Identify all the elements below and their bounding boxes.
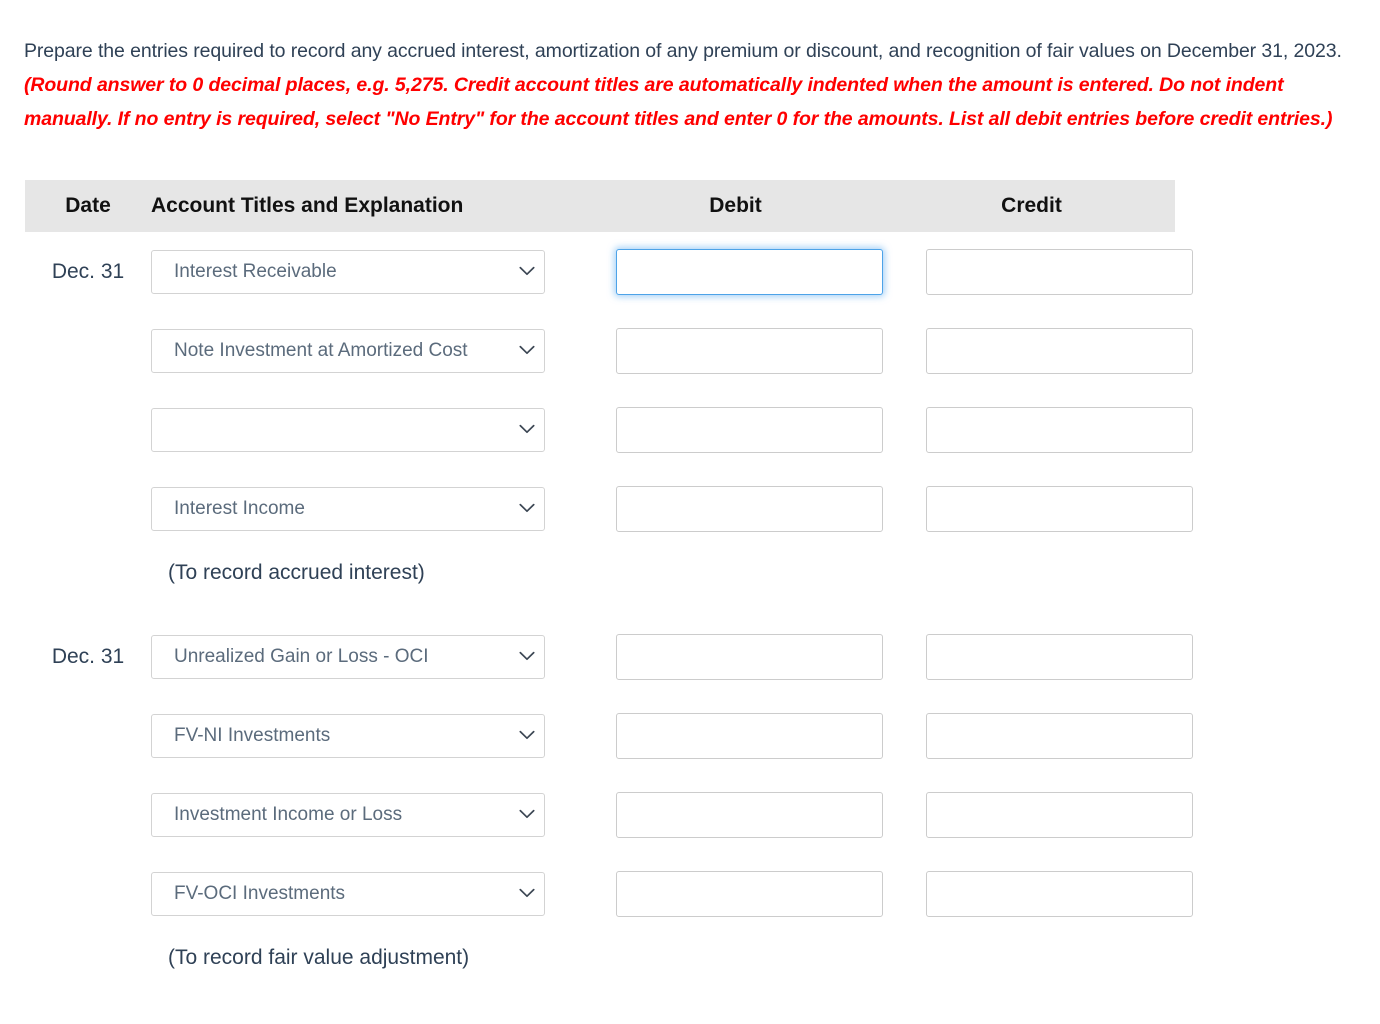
account-title-select[interactable]: FV-OCI Investments [151, 871, 545, 916]
row-debit-cell [583, 633, 888, 680]
instructions-plain-text: Prepare the entries required to record a… [24, 39, 1342, 62]
debit-amount-input[interactable] [616, 870, 883, 917]
column-header-credit: Credit [1001, 194, 1062, 217]
chevron-down-icon[interactable] [510, 651, 544, 662]
credit-amount-input[interactable] [926, 870, 1193, 917]
account-title-select[interactable]: Interest Receivable [151, 249, 545, 294]
row-date-label: Dec. 31 [51, 259, 125, 283]
account-title-value: Interest Income [174, 497, 305, 519]
entry-memo-row: (To record accrued interest) [25, 548, 1175, 598]
entry-memo-row: (To record fair value adjustment) [25, 933, 1175, 983]
row-credit-cell [888, 327, 1193, 374]
debit-amount-input[interactable] [616, 712, 883, 759]
table-row [25, 390, 1193, 469]
row-account-cell: FV-NI Investments [151, 713, 583, 758]
column-header-account: Account Titles and Explanation [151, 194, 464, 217]
debit-amount-input[interactable] [616, 406, 883, 453]
chevron-down-icon[interactable] [510, 424, 544, 435]
row-account-cell: Interest Receivable [151, 249, 583, 294]
table-body: Dec. 31 Interest Receivable Note Investm… [25, 232, 1193, 983]
chevron-down-icon[interactable] [510, 888, 544, 899]
account-title-select[interactable]: Interest Income [151, 486, 545, 531]
entry-gap [25, 598, 1175, 617]
row-account-cell: Unrealized Gain or Loss - OCI [151, 634, 583, 679]
entry-memo-text: (To record accrued interest) [168, 561, 425, 584]
debit-amount-input[interactable] [616, 633, 883, 680]
account-title-select[interactable]: Unrealized Gain or Loss - OCI [151, 634, 545, 679]
row-account-cell [151, 407, 583, 452]
account-title-select[interactable]: Investment Income or Loss [151, 792, 545, 837]
table-row: Investment Income or Loss [25, 775, 1193, 854]
row-account-cell: Investment Income or Loss [151, 792, 583, 837]
column-header-date: Date [65, 194, 111, 217]
row-debit-cell [583, 327, 888, 374]
credit-amount-input[interactable] [926, 712, 1193, 759]
debit-amount-input[interactable] [616, 327, 883, 374]
chevron-down-icon[interactable] [510, 730, 544, 741]
table-row: Note Investment at Amortized Cost [25, 311, 1193, 390]
instructions-emphasis-text: (Round answer to 0 decimal places, e.g. … [24, 73, 1333, 130]
account-title-value: Investment Income or Loss [174, 803, 403, 825]
chevron-down-icon[interactable] [510, 266, 544, 277]
debit-amount-input[interactable] [616, 248, 883, 295]
account-title-value: Note Investment at Amortized Cost [174, 339, 468, 361]
journal-entry-table: Date Account Titles and Explanation Debi… [25, 180, 1193, 983]
row-account-cell: Interest Income [151, 486, 583, 531]
credit-amount-input[interactable] [926, 633, 1193, 680]
row-account-cell: FV-OCI Investments [151, 871, 583, 916]
account-title-select[interactable] [151, 407, 545, 452]
row-credit-cell [888, 633, 1193, 680]
credit-amount-input[interactable] [926, 406, 1193, 453]
account-title-select[interactable]: FV-NI Investments [151, 713, 545, 758]
instructions-paragraph: Prepare the entries required to record a… [24, 34, 1364, 136]
row-credit-cell [888, 485, 1193, 532]
credit-amount-input[interactable] [926, 327, 1193, 374]
chevron-down-icon[interactable] [510, 503, 544, 514]
row-debit-cell [583, 406, 888, 453]
chevron-down-icon[interactable] [510, 345, 544, 356]
table-row: Dec. 31 Interest Receivable [25, 232, 1193, 311]
journal-entry-page: Prepare the entries required to record a… [0, 0, 1380, 1024]
debit-amount-input[interactable] [616, 485, 883, 532]
column-header-debit: Debit [709, 194, 762, 217]
credit-amount-input[interactable] [926, 485, 1193, 532]
credit-amount-input[interactable] [926, 791, 1193, 838]
chevron-down-icon[interactable] [510, 809, 544, 820]
table-row: FV-OCI Investments [25, 854, 1193, 933]
row-debit-cell [583, 485, 888, 532]
row-account-cell: Note Investment at Amortized Cost [151, 328, 583, 373]
row-date-label: Dec. 31 [51, 644, 125, 668]
table-row: Interest Income [25, 469, 1193, 548]
table-header-row: Date Account Titles and Explanation Debi… [25, 180, 1175, 232]
table-row: FV-NI Investments [25, 696, 1193, 775]
row-credit-cell [888, 406, 1193, 453]
row-debit-cell [583, 791, 888, 838]
row-credit-cell [888, 791, 1193, 838]
row-debit-cell [583, 712, 888, 759]
debit-amount-input[interactable] [616, 791, 883, 838]
row-credit-cell [888, 870, 1193, 917]
entry-memo-text: (To record fair value adjustment) [168, 946, 470, 969]
account-title-value: FV-NI Investments [174, 724, 331, 746]
table-row: Dec. 31 Unrealized Gain or Loss - OCI [25, 617, 1193, 696]
account-title-value: Interest Receivable [174, 260, 337, 282]
row-credit-cell [888, 248, 1193, 295]
credit-amount-input[interactable] [926, 248, 1193, 295]
row-debit-cell [583, 248, 888, 295]
account-title-value: FV-OCI Investments [174, 882, 346, 904]
row-debit-cell [583, 870, 888, 917]
account-title-value: Unrealized Gain or Loss - OCI [174, 645, 429, 667]
row-credit-cell [888, 712, 1193, 759]
account-title-select[interactable]: Note Investment at Amortized Cost [151, 328, 545, 373]
